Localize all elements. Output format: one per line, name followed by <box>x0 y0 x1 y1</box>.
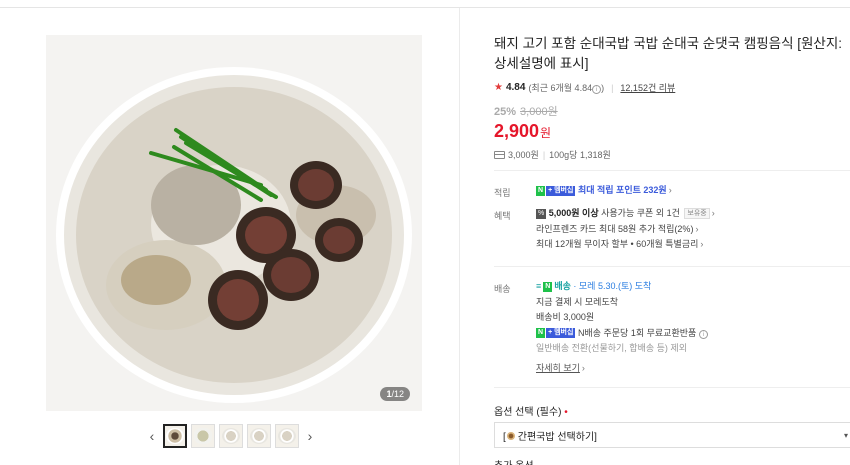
delivery-date: · 모레 5.30.(토) 도착 <box>573 281 652 291</box>
rating-recent: (최근 6개월 4.84 i) <box>528 83 605 94</box>
required-mark: • <box>564 407 568 418</box>
delivery-row: ≡ N 배송 · 모레 5.30.(토) 도착 <box>536 279 708 295</box>
max-points-link[interactable]: 최대 적립 포인트 232원 <box>578 185 667 195</box>
product-title-line2: 상세설명에 표시] <box>494 56 589 71</box>
thumbnail-prev-button[interactable]: ‹ <box>145 424 159 448</box>
discount-label: 혜택 <box>494 211 511 221</box>
thumbnail-1[interactable] <box>163 424 187 448</box>
currency-label: 원 <box>540 126 552 140</box>
rating-score: 4.84 <box>505 82 526 93</box>
column-divider <box>459 8 460 465</box>
shipping-label: 배송 <box>494 284 511 294</box>
option-select[interactable]: [간편국밥 선택하기] ▾ <box>494 422 850 448</box>
rating-row: ★ 4.84 (최근 6개월 4.84 i) | 12,152건 리뷰 <box>494 81 676 94</box>
option-label: 옵션 선택 (필수) • <box>494 407 568 418</box>
coupon-row[interactable]: % 5,000원 이상 사용가능 쿠폰 외 1건 보유중 › <box>536 206 715 222</box>
points-label: 적립 <box>494 188 511 198</box>
membership-badge: + 멤버십 <box>546 328 576 339</box>
price-row: 2,900 원 <box>494 121 850 142</box>
discount-row: 25% 3,000원 <box>494 103 850 119</box>
points-row[interactable]: N + 멤버십 최대 적립 포인트 232원 › <box>536 183 672 199</box>
owned-badge: 보유중 <box>684 208 710 220</box>
npay-badge: N <box>536 185 546 196</box>
benefit-list: % 5,000원 이상 사용가능 쿠폰 외 1건 보유중 › 라인프렌즈 카드 최… <box>536 206 715 253</box>
product-main-image[interactable]: 1/12 <box>46 35 422 411</box>
product-title: 돼지 고기 포함 순대국밥 국밥 순대국 순댓국 캠핑음식 [원산지: <box>494 36 843 51</box>
sale-price: 2,900 <box>494 121 540 141</box>
chevron-right-icon: › <box>695 223 699 234</box>
shipping-fee: 배송비 3,000원 <box>536 312 595 322</box>
chevron-right-icon: › <box>668 185 672 195</box>
thumbnail-5[interactable] <box>275 424 299 448</box>
thumbnail-2[interactable] <box>191 424 215 448</box>
card-icon <box>494 150 505 159</box>
shipping-info: ≡ N 배송 · 모레 5.30.(토) 도착 지금 결제 시 모레도착 배송비 3… <box>536 279 708 376</box>
option-select-value: [간편국밥 선택하기] <box>503 431 597 443</box>
divider-1 <box>494 170 850 171</box>
exclusion-note: 일반배송 전환(선물하기, 합배송 등) 제외 <box>536 343 687 353</box>
divider-3 <box>494 387 850 388</box>
unit-price-row: 3,000원 | 100g당 1,318원 <box>494 148 850 161</box>
soup-icon <box>506 431 515 440</box>
soup-bowl-image <box>46 35 422 411</box>
image-counter: 1/12 <box>380 387 410 401</box>
detail-link[interactable]: 자세히 보기 <box>536 363 580 373</box>
product-info: 돼지 고기 포함 순대국밥 국밥 순대국 순댓국 캠핑음식 [원산지: 상세설명… <box>494 34 850 161</box>
coupon-icon: % <box>536 208 547 219</box>
npay-badge: N <box>536 328 546 339</box>
payment-note: 지금 결제 시 모레도착 <box>536 296 619 307</box>
divider-2 <box>494 266 850 267</box>
top-divider <box>0 0 850 8</box>
thumbnail-4[interactable] <box>247 424 271 448</box>
delivery-type: ≡ N 배송 <box>536 281 571 292</box>
star-icon: ★ <box>494 82 503 93</box>
chevron-right-icon: › <box>581 362 585 373</box>
thumbnail-next-button[interactable]: › <box>303 424 317 448</box>
thumbnail-strip: ‹ › <box>145 423 317 449</box>
extra-option-label: 추가 옵션 <box>494 457 534 465</box>
original-price: 3,000원 <box>520 106 558 118</box>
info-icon[interactable]: i <box>592 85 602 94</box>
unit-price-1: 3,000원 <box>508 150 539 160</box>
unit-price-2: 100g당 1,318원 <box>549 150 611 160</box>
detail-row[interactable]: 자세히 보기 › <box>536 361 708 377</box>
discount-rate: 25% <box>494 106 517 118</box>
chevron-down-icon: ▾ <box>843 431 848 440</box>
n-delivery-row: N + 멤버십 N배송 주문당 1회 무료교환반품 i <box>536 326 708 342</box>
info-icon[interactable]: i <box>698 329 708 339</box>
chevron-right-icon: › <box>700 239 704 249</box>
thumbnail-3[interactable] <box>219 424 243 448</box>
installment-row[interactable]: 최대 12개월 무이자 할부 • 60개월 특별금리 › <box>536 237 715 253</box>
membership-badge: + 멤버십 <box>546 185 576 196</box>
chevron-right-icon: › <box>711 208 715 218</box>
review-count-link[interactable]: 12,152건 리뷰 <box>620 81 675 94</box>
card-benefit-row[interactable]: 라인프렌즈 카드 최대 58원 추가 적립(2%) › <box>536 222 715 238</box>
